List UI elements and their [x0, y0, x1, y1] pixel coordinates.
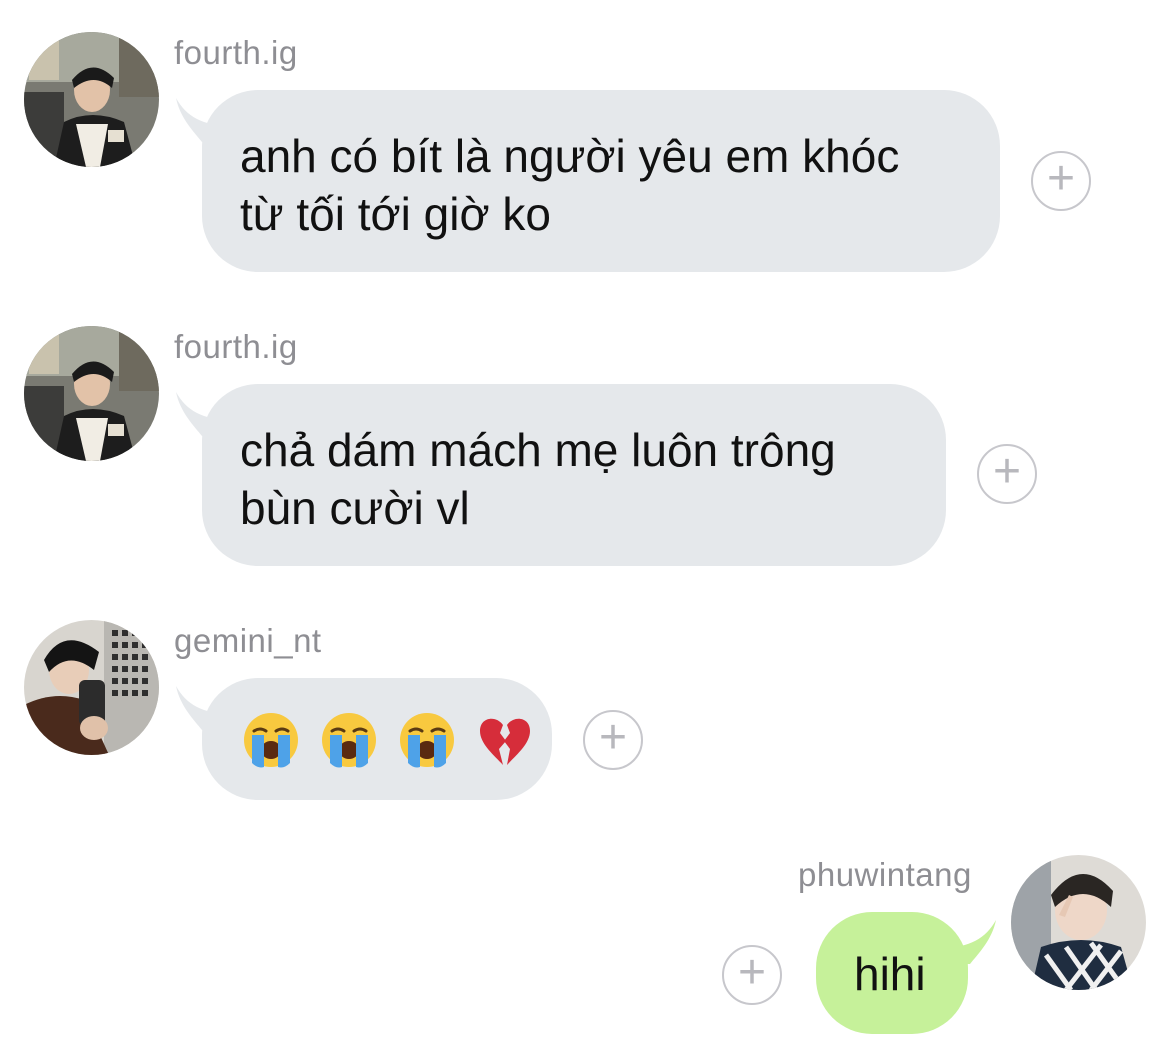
- loudly-crying-face-icon: [400, 713, 454, 768]
- avatar-phuwin[interactable]: [1011, 855, 1146, 990]
- plus-circle-icon[interactable]: +: [583, 710, 643, 770]
- sender-username: fourth.ig: [174, 34, 298, 71]
- add-reaction-glyph: +: [992, 445, 1022, 498]
- sender-username: phuwintang: [798, 856, 972, 893]
- message-text: hihi: [854, 948, 926, 1000]
- avatar-gemini[interactable]: [24, 620, 159, 755]
- message-bubble[interactable]: hihi: [816, 912, 968, 1034]
- add-reaction-glyph: +: [1046, 152, 1076, 205]
- loudly-crying-face-icon: [244, 713, 298, 768]
- message-text: anh có bít là người yêu em khóc từ tối t…: [240, 130, 900, 240]
- message-bubble[interactable]: chả dám mách mẹ luôn trông bùn cười vl: [202, 384, 946, 566]
- avatar-fourth[interactable]: [24, 32, 159, 167]
- plus-circle-icon[interactable]: +: [1031, 151, 1091, 211]
- broken-heart-icon: [480, 718, 530, 765]
- message-bubble[interactable]: anh có bít là người yêu em khóc từ tối t…: [202, 90, 1000, 272]
- sender-username: fourth.ig: [174, 328, 298, 365]
- loudly-crying-face-icon: [322, 713, 376, 768]
- sender-username: gemini_nt: [174, 622, 322, 659]
- plus-circle-icon[interactable]: +: [977, 444, 1037, 504]
- plus-circle-icon[interactable]: +: [722, 945, 782, 1005]
- emoji-row: [242, 711, 552, 769]
- avatar-fourth[interactable]: [24, 326, 159, 461]
- add-reaction-glyph: +: [737, 946, 767, 999]
- message-bubble[interactable]: [202, 678, 552, 800]
- message-text: chả dám mách mẹ luôn trông bùn cười vl: [240, 424, 836, 534]
- add-reaction-glyph: +: [598, 711, 628, 764]
